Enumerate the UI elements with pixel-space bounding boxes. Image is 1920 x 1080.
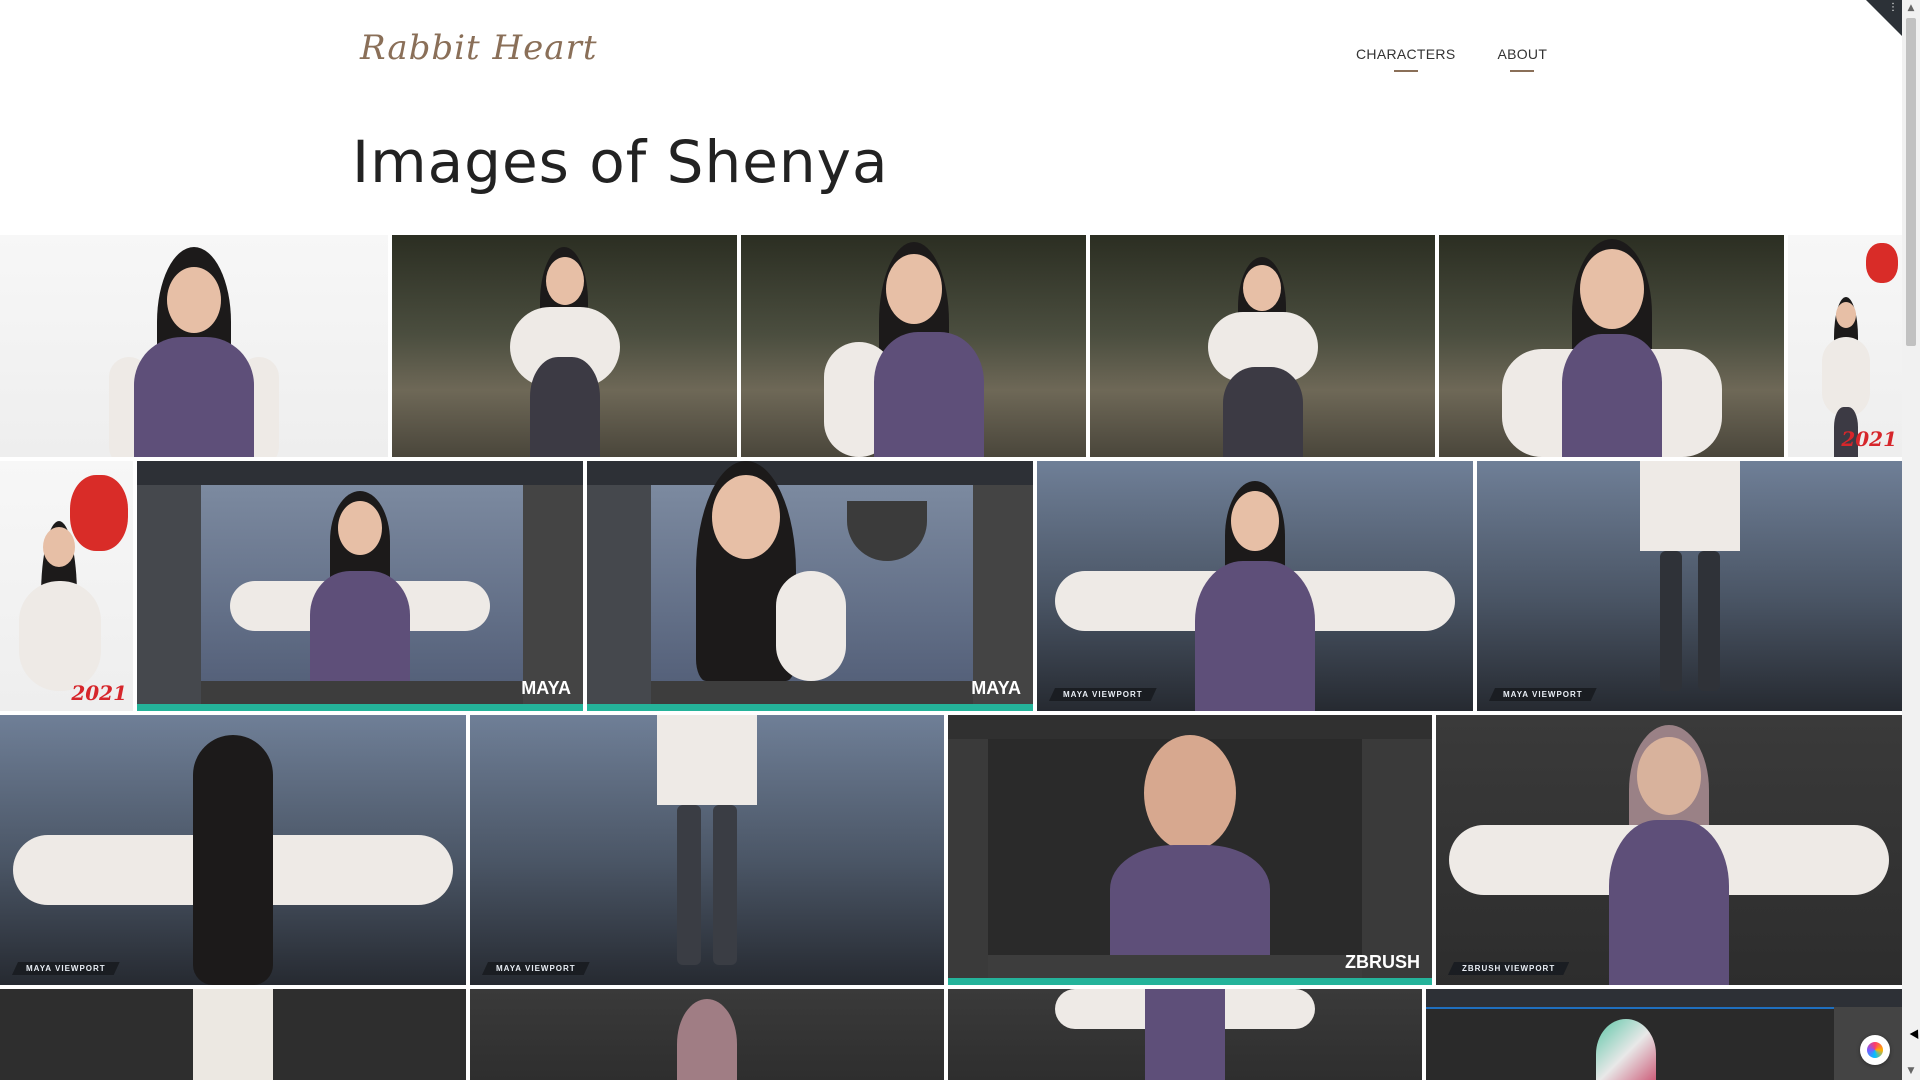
gallery-image[interactable] (0, 235, 388, 457)
gallery-row: MAYA VIEWPORT MAYA VIEWPORT ZBRUSH ZBRUS… (0, 715, 1902, 985)
scroll-up-arrow-icon[interactable]: ▲ (1902, 0, 1920, 17)
gallery-image[interactable]: MAYA (137, 461, 583, 711)
viewport-label: MAYA VIEWPORT (1049, 688, 1157, 701)
floating-widget-button[interactable] (1860, 1035, 1890, 1065)
viewport-label: MAYA VIEWPORT (482, 962, 590, 975)
maya-brand: MAYA (521, 678, 571, 698)
colorful-logo-icon (1867, 1042, 1883, 1058)
gallery-image[interactable] (741, 235, 1086, 457)
gallery-image[interactable] (470, 989, 944, 1080)
scroll-thumb[interactable] (1906, 18, 1916, 346)
gallery-image[interactable]: ZBRUSH VIEWPORT (1436, 715, 1902, 985)
scroll-down-arrow-icon[interactable]: ▼ (1902, 1063, 1920, 1080)
gallery-row (0, 989, 1902, 1080)
gallery-image[interactable]: MAYA VIEWPORT (1477, 461, 1902, 711)
viewport-label: ZBRUSH VIEWPORT (1448, 962, 1569, 975)
zbrush-brand: ZBRUSH (1345, 952, 1420, 972)
gallery-image[interactable]: MAYA VIEWPORT (1037, 461, 1473, 711)
gallery-row: 2021 (0, 235, 1902, 457)
viewport-label: MAYA VIEWPORT (1489, 688, 1597, 701)
gallery-image[interactable]: ZBRUSH (948, 715, 1432, 985)
gallery-image[interactable] (1426, 989, 1902, 1080)
gallery-row: 2021 MAYA MAYA MAYA VIEWPORT MAYA VIEWPO… (0, 461, 1902, 711)
gallery-image[interactable]: 2021 (1788, 235, 1902, 457)
page: Rabbit Heart CHARACTERS ABOUT Images of … (0, 0, 1902, 1080)
page-title: Images of Shenya (352, 128, 889, 196)
nav-characters[interactable]: CHARACTERS (1356, 46, 1455, 62)
gallery-image[interactable] (0, 989, 466, 1080)
year-badge: 2021 (1841, 427, 1897, 451)
nav-about[interactable]: ABOUT (1497, 46, 1547, 62)
gallery-image[interactable]: MAYA (587, 461, 1033, 711)
page-scrollbar[interactable]: ▲ ▼ (1902, 0, 1920, 1080)
gallery-image[interactable] (948, 989, 1422, 1080)
gallery-image[interactable]: MAYA VIEWPORT (470, 715, 944, 985)
maya-brand: MAYA (971, 678, 1021, 698)
gallery-image[interactable]: MAYA VIEWPORT (0, 715, 466, 985)
year-badge: 2021 (71, 681, 127, 705)
corner-dots-icon: ⋮ (1888, 2, 1898, 13)
gallery-image[interactable] (1439, 235, 1784, 457)
site-logo[interactable]: Rabbit Heart (360, 28, 597, 68)
main-nav: CHARACTERS ABOUT (1356, 46, 1547, 62)
gallery-image[interactable] (1090, 235, 1435, 457)
viewport-label: MAYA VIEWPORT (12, 962, 120, 975)
gallery-image[interactable]: 2021 (0, 461, 133, 711)
gallery-image[interactable] (392, 235, 737, 457)
